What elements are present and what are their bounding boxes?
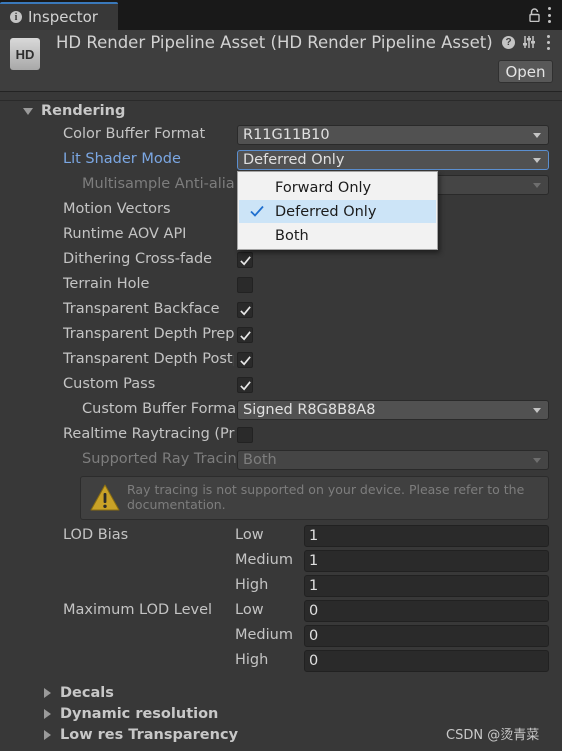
lit-shader-mode-dropdown[interactable]: Deferred Only (237, 150, 549, 170)
dithering-checkbox[interactable] (237, 252, 253, 268)
max-lod-medium-label: Medium (235, 627, 293, 643)
tab-inspector[interactable]: i Inspector (0, 2, 118, 30)
motion-vectors-label: Motion Vectors (63, 201, 171, 217)
expanded-arrow-icon (23, 107, 33, 115)
tab-inspector-label: Inspector (28, 8, 98, 26)
checkmark-icon (239, 330, 251, 340)
max-lod-low-label: Low (235, 602, 264, 618)
terrain-hole-checkbox[interactable] (237, 277, 253, 293)
low-res-transparency-foldout[interactable]: Low res Transparency (44, 725, 238, 745)
transparent-backface-label: Transparent Backface (63, 301, 220, 317)
popup-option-forward-only[interactable]: Forward Only (239, 176, 436, 199)
low-res-transparency-foldout-label: Low res Transparency (60, 727, 239, 743)
asset-title: HD Render Pipeline Asset (HD Render Pipe… (56, 33, 493, 52)
info-icon: i (10, 11, 22, 23)
raytracing-warning-text: Ray tracing is not supported on your dev… (127, 482, 525, 512)
custom-buffer-format-dropdown[interactable]: Signed R8G8B8A8 (237, 400, 549, 420)
custom-buffer-format-value: Signed R8G8B8A8 (243, 402, 376, 418)
hd-asset-icon: HD (10, 38, 40, 70)
chevron-down-icon (533, 183, 541, 188)
component-menu-icon[interactable] (545, 35, 551, 50)
dithering-label: Dithering Cross-fade (63, 251, 213, 267)
checkmark-icon (250, 205, 264, 217)
chevron-down-icon (533, 133, 541, 138)
supported-ray-tracing-value: Both (243, 452, 277, 468)
realtime-raytracing-checkbox[interactable] (237, 427, 253, 443)
lod-bias-medium-label: Medium (235, 552, 293, 568)
custom-buffer-format-label: Custom Buffer Format (82, 401, 236, 417)
raytracing-warning-box: Ray tracing is not supported on your dev… (80, 476, 549, 520)
terrain-hole-label: Terrain Hole (63, 276, 150, 292)
lod-bias-label: LOD Bias (63, 527, 129, 543)
asset-header: HD HD Render Pipeline Asset (HD Render P… (0, 30, 562, 92)
lod-bias-low-label: Low (235, 527, 264, 543)
chevron-down-icon (533, 458, 541, 463)
watermark: CSDN @烫青菜 (446, 728, 540, 743)
transparent-depth-prepass-label: Transparent Depth Prepass (63, 326, 234, 342)
popup-option-both[interactable]: Both (239, 224, 436, 247)
max-lod-high-label: High (235, 652, 269, 668)
collapsed-arrow-icon (44, 688, 51, 698)
runtime-aov-label: Runtime AOV API (63, 226, 187, 242)
dynamic-resolution-foldout-label: Dynamic resolution (60, 706, 219, 722)
lit-shader-mode-value: Deferred Only (243, 152, 345, 168)
rendering-foldout-label: Rendering (41, 103, 126, 119)
custom-pass-label: Custom Pass (63, 376, 156, 392)
chevron-down-icon (533, 158, 541, 163)
dynamic-resolution-foldout[interactable]: Dynamic resolution (44, 704, 218, 724)
max-lod-level-label: Maximum LOD Level (63, 602, 213, 618)
supported-ray-tracing-dropdown[interactable]: Both (237, 450, 549, 470)
lod-bias-high-label: High (235, 577, 269, 593)
checkmark-icon (239, 380, 251, 390)
color-buffer-format-label: Color Buffer Format (63, 126, 206, 142)
transparent-backface-checkbox[interactable] (237, 302, 253, 318)
open-button[interactable]: Open (498, 60, 553, 83)
lock-icon[interactable] (529, 8, 540, 22)
presets-icon[interactable] (522, 35, 536, 49)
checkmark-icon (239, 305, 251, 315)
lod-bias-low-field[interactable]: 1 (304, 525, 549, 547)
warning-icon (90, 484, 120, 511)
lod-bias-medium-field[interactable]: 1 (304, 550, 549, 572)
realtime-raytracing-label: Realtime Raytracing (Preview) (63, 426, 235, 442)
lit-shader-mode-label: Lit Shader Mode (63, 151, 181, 167)
transparent-depth-postpass-label: Transparent Depth Postpass (63, 351, 234, 367)
checkmark-icon (239, 355, 251, 365)
decals-foldout[interactable]: Decals (44, 683, 114, 703)
transparent-depth-prepass-checkbox[interactable] (237, 327, 253, 343)
popup-option-label: Both (275, 227, 309, 244)
checkmark-icon (239, 255, 251, 265)
color-buffer-format-dropdown[interactable]: R11G11B10 (237, 125, 549, 145)
help-icon[interactable]: ? (502, 36, 515, 49)
collapsed-arrow-icon (44, 730, 51, 740)
collapsed-arrow-icon (44, 709, 51, 719)
lit-shader-mode-popup: Forward Only Deferred Only Both (237, 171, 438, 250)
popup-option-deferred-only[interactable]: Deferred Only (239, 200, 436, 223)
max-lod-medium-field[interactable]: 0 (304, 625, 549, 647)
supported-ray-tracing-label: Supported Ray Tracing Mode (82, 451, 236, 467)
transparent-depth-postpass-checkbox[interactable] (237, 352, 253, 368)
lod-bias-high-field[interactable]: 1 (304, 575, 549, 597)
decals-foldout-label: Decals (60, 685, 114, 701)
popup-option-label: Deferred Only (275, 203, 377, 220)
color-buffer-format-value: R11G11B10 (243, 127, 330, 143)
multisample-aa-label: Multisample Anti-aliasing (82, 176, 235, 192)
tab-bar: i Inspector (0, 0, 562, 30)
rendering-foldout[interactable]: Rendering (23, 101, 125, 121)
popup-option-label: Forward Only (275, 179, 372, 196)
max-lod-high-field[interactable]: 0 (304, 650, 549, 672)
chevron-down-icon (533, 408, 541, 413)
max-lod-low-field[interactable]: 0 (304, 600, 549, 622)
tab-menu-icon[interactable] (546, 7, 552, 23)
custom-pass-checkbox[interactable] (237, 377, 253, 393)
